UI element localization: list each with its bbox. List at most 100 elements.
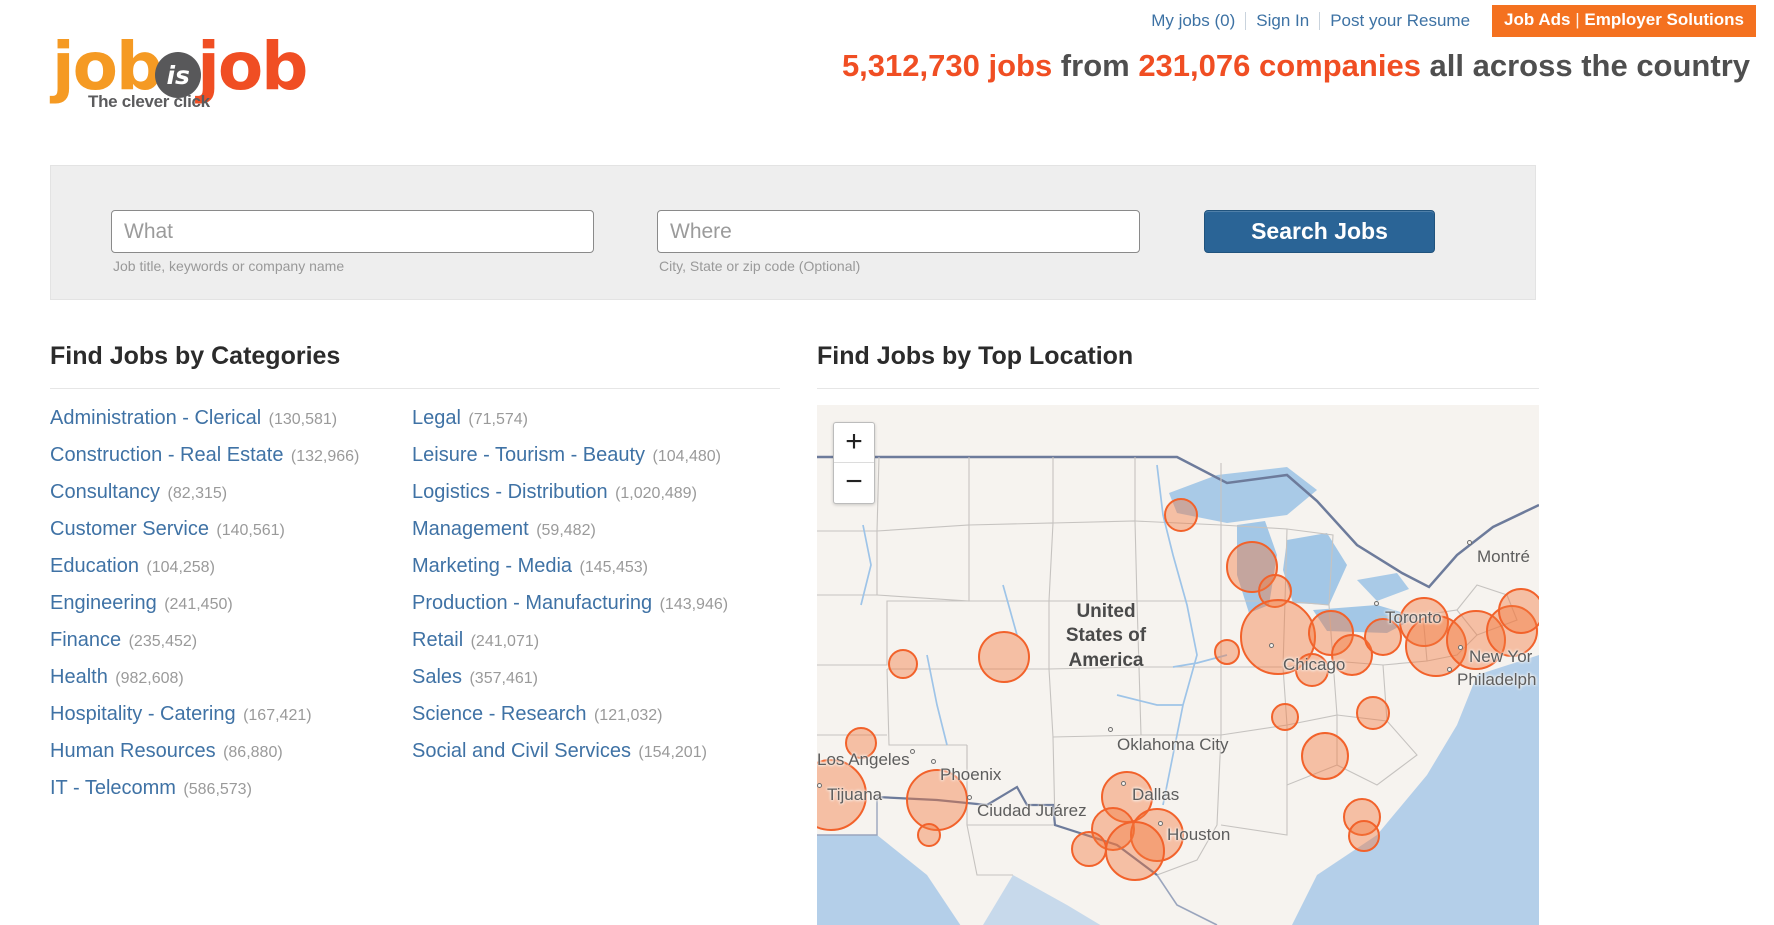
- site-logo[interactable]: job is job The clever click: [52, 34, 332, 116]
- category-count: (59,482): [532, 522, 596, 539]
- map-city-label: New Yor: [1469, 647, 1532, 667]
- categories-grid: Administration - Clerical (130,581) Const…: [50, 407, 780, 814]
- category-link[interactable]: Construction - Real Estate: [50, 444, 283, 466]
- category-item: Education (104,258): [50, 555, 412, 577]
- employer-solutions-label: Employer Solutions: [1584, 10, 1744, 29]
- employer-solutions-button[interactable]: Job Ads | Employer Solutions: [1492, 5, 1756, 37]
- map-location-bubble[interactable]: [1071, 831, 1107, 867]
- category-link[interactable]: IT - Telecomm: [50, 777, 176, 799]
- post-resume-link[interactable]: Post your Resume: [1320, 11, 1480, 31]
- category-count: (104,480): [648, 448, 721, 465]
- map-location-bubble[interactable]: [1356, 696, 1390, 730]
- map-city-label: Dallas: [1132, 785, 1179, 805]
- category-item: Engineering (241,450): [50, 592, 412, 614]
- category-link[interactable]: Science - Research: [412, 703, 587, 725]
- jobs-location-map[interactable]: + − UnitedStates ofAmerica ChicagoToront…: [817, 405, 1539, 925]
- category-item: Construction - Real Estate (132,966): [50, 444, 412, 466]
- headline-from: from: [1052, 48, 1138, 83]
- category-link[interactable]: Hospitality - Catering: [50, 703, 236, 725]
- map-city-dot: [1108, 727, 1113, 732]
- category-link[interactable]: Leisure - Tourism - Beauty: [412, 444, 645, 466]
- category-link[interactable]: Marketing - Media: [412, 555, 572, 577]
- category-item: Legal (71,574): [412, 407, 774, 429]
- category-item: Finance (235,452): [50, 629, 412, 651]
- category-item: Administration - Clerical (130,581): [50, 407, 412, 429]
- map-location-bubble[interactable]: [1164, 498, 1198, 532]
- map-zoom-controls[interactable]: + −: [833, 422, 875, 504]
- map-location-bubble[interactable]: [888, 649, 918, 679]
- map-city-dot: [1447, 667, 1452, 672]
- category-link[interactable]: Production - Manufacturing: [412, 592, 652, 614]
- map-city-label: Montré: [1477, 547, 1530, 567]
- map-location-bubble[interactable]: [1271, 703, 1299, 731]
- map-country-label-line: States of: [1041, 624, 1171, 648]
- category-count: (357,461): [465, 670, 538, 687]
- category-item: Hospitality - Catering (167,421): [50, 703, 412, 725]
- map-location-bubble[interactable]: [1214, 639, 1240, 665]
- map-location-bubble[interactable]: [1498, 588, 1539, 634]
- category-count: (132,966): [286, 448, 359, 465]
- my-jobs-link[interactable]: My jobs (0): [1141, 11, 1245, 31]
- category-link[interactable]: Health: [50, 666, 108, 688]
- category-link[interactable]: Human Resources: [50, 740, 216, 762]
- category-link[interactable]: Social and Civil Services: [412, 740, 631, 762]
- map-location-bubble[interactable]: [1301, 732, 1349, 780]
- search-where-input[interactable]: [657, 210, 1140, 253]
- category-link[interactable]: Consultancy: [50, 481, 160, 503]
- map-city-dot: [1121, 781, 1126, 786]
- category-link[interactable]: Retail: [412, 629, 463, 651]
- category-item: IT - Telecomm (586,573): [50, 777, 412, 799]
- category-link[interactable]: Finance: [50, 629, 121, 651]
- category-link[interactable]: Sales: [412, 666, 462, 688]
- map-city-dot: [1467, 540, 1472, 545]
- map-city-label: Tijuana: [827, 785, 882, 805]
- map-zoom-in-button[interactable]: +: [834, 423, 874, 463]
- category-item: Leisure - Tourism - Beauty (104,480): [412, 444, 774, 466]
- category-link[interactable]: Customer Service: [50, 518, 209, 540]
- companies-count: 231,076 companies: [1138, 48, 1421, 83]
- categories-section: Find Jobs by Categories Administration -…: [50, 342, 780, 814]
- logo-word-1: job: [52, 34, 161, 100]
- map-city-dot: [1458, 645, 1463, 650]
- utility-nav: My jobs (0) Sign In Post your Resume Job…: [1141, 6, 1756, 36]
- map-city-dot: [910, 749, 915, 754]
- search-jobs-button[interactable]: Search Jobs: [1204, 210, 1435, 253]
- category-count: (82,315): [163, 485, 227, 502]
- search-what-input[interactable]: [111, 210, 594, 253]
- map-city-label: Ciudad Juárez: [977, 801, 1087, 821]
- category-count: (586,573): [179, 781, 252, 798]
- map-city-dot: [931, 759, 936, 764]
- category-link[interactable]: Legal: [412, 407, 461, 429]
- category-count: (241,071): [466, 633, 539, 650]
- category-item: Health (982,608): [50, 666, 412, 688]
- map-location-bubble[interactable]: [1105, 821, 1165, 881]
- logo-tagline: The clever click: [88, 92, 210, 112]
- category-count: (143,946): [655, 596, 728, 613]
- map-location-bubble[interactable]: [1348, 820, 1380, 852]
- map-city-dot: [817, 783, 822, 788]
- category-item: Sales (357,461): [412, 666, 774, 688]
- category-count: (104,258): [142, 559, 215, 576]
- map-location-bubble[interactable]: [917, 823, 941, 847]
- category-count: (140,561): [212, 522, 285, 539]
- category-link[interactable]: Education: [50, 555, 139, 577]
- category-item: Management (59,482): [412, 518, 774, 540]
- category-count: (145,453): [575, 559, 648, 576]
- category-count: (130,581): [264, 411, 337, 428]
- map-city-dot: [1374, 601, 1379, 606]
- category-link[interactable]: Engineering: [50, 592, 157, 614]
- map-location-bubble[interactable]: [978, 631, 1030, 683]
- categories-divider: [50, 388, 780, 389]
- category-link[interactable]: Logistics - Distribution: [412, 481, 608, 503]
- jobs-count: 5,312,730 jobs: [842, 48, 1052, 83]
- map-city-label: Phoenix: [940, 765, 1001, 785]
- map-city-label: Oklahoma City: [1117, 735, 1228, 755]
- map-city-label: Philadelph: [1457, 670, 1536, 690]
- map-zoom-out-button[interactable]: −: [834, 463, 874, 503]
- sign-in-link[interactable]: Sign In: [1246, 11, 1319, 31]
- categories-title: Find Jobs by Categories: [50, 342, 780, 371]
- category-count: (167,421): [239, 707, 312, 724]
- map-city-label: Chicago: [1283, 655, 1345, 675]
- category-link[interactable]: Administration - Clerical: [50, 407, 261, 429]
- category-link[interactable]: Management: [412, 518, 529, 540]
